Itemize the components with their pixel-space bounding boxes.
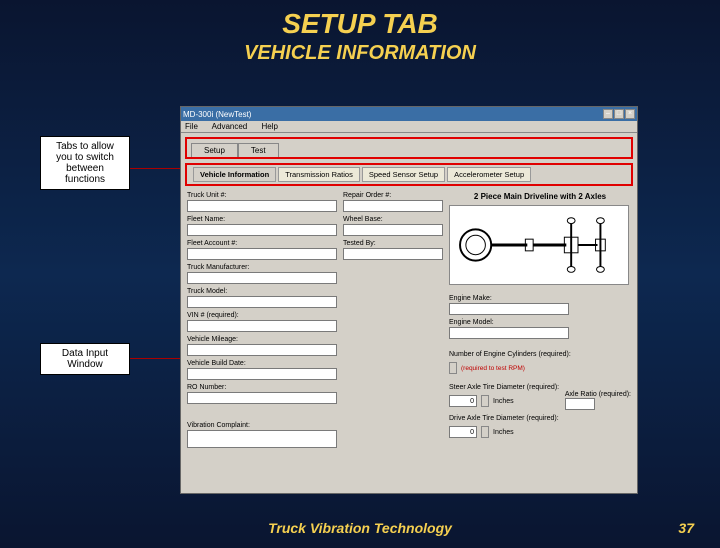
driveline-diagram xyxy=(449,205,629,285)
menu-advanced[interactable]: Advanced xyxy=(212,122,248,131)
menu-help[interactable]: Help xyxy=(262,122,278,131)
label-tested-by: Tested By: xyxy=(343,240,443,247)
subtab-vehicle-info[interactable]: Vehicle Information xyxy=(193,167,276,182)
callout-line xyxy=(130,168,182,169)
label-steer-dia: Steer Axle Tire Diameter (required): xyxy=(449,384,559,391)
label-vin: VIN # (required): xyxy=(187,312,337,319)
input-wheel-base[interactable] xyxy=(343,224,443,236)
label-wheel-base: Wheel Base: xyxy=(343,216,443,223)
input-steer-dia[interactable]: 0 xyxy=(449,395,477,407)
input-engine-make[interactable] xyxy=(449,303,569,315)
input-repair-order[interactable] xyxy=(343,200,443,212)
input-ro[interactable] xyxy=(187,392,337,404)
maximize-button[interactable]: □ xyxy=(614,109,624,119)
label-fleet-account: Fleet Account #: xyxy=(187,240,337,247)
subtab-speed-sensor[interactable]: Speed Sensor Setup xyxy=(362,167,445,182)
input-tested-by[interactable] xyxy=(343,248,443,260)
steer-spinner[interactable] xyxy=(481,395,489,407)
input-truck-model[interactable] xyxy=(187,296,337,308)
input-axle-ratio[interactable] xyxy=(565,398,595,410)
cylinders-spinner[interactable] xyxy=(449,362,457,374)
input-drive-dia[interactable]: 0 xyxy=(449,426,477,438)
label-mileage: Vehicle Mileage: xyxy=(187,336,337,343)
label-axle-ratio: Axle Ratio (required): xyxy=(565,391,631,398)
tab-test[interactable]: Test xyxy=(238,143,279,157)
input-complaint[interactable] xyxy=(187,430,337,448)
sub-tab-row: Vehicle Information Transmission Ratios … xyxy=(185,163,633,186)
input-build-date[interactable] xyxy=(187,368,337,380)
menubar: File Advanced Help xyxy=(181,121,637,133)
unit-inches: Inches xyxy=(493,398,514,405)
label-engine-make: Engine Make: xyxy=(449,295,631,302)
label-truck-model: Truck Model: xyxy=(187,288,337,295)
label-build-date: Vehicle Build Date: xyxy=(187,360,337,367)
label-repair-order: Repair Order #: xyxy=(343,192,443,199)
input-truck-unit[interactable] xyxy=(187,200,337,212)
main-tab-row: Setup Test xyxy=(185,137,633,159)
diagram-title: 2 Piece Main Driveline with 2 Axles xyxy=(449,192,631,201)
label-engine-model: Engine Model: xyxy=(449,319,631,326)
label-ro: RO Number: xyxy=(187,384,337,391)
drive-spinner[interactable] xyxy=(481,426,489,438)
input-vin[interactable] xyxy=(187,320,337,332)
menu-file[interactable]: File xyxy=(185,122,198,131)
input-mileage[interactable] xyxy=(187,344,337,356)
close-button[interactable]: × xyxy=(625,109,635,119)
slide-title: SETUP TAB xyxy=(0,8,720,40)
input-truck-mfr[interactable] xyxy=(187,272,337,284)
content-panel: Truck Unit #: Fleet Name: Fleet Account … xyxy=(181,186,637,454)
label-fleet-name: Fleet Name: xyxy=(187,216,337,223)
unit-inches-2: Inches xyxy=(493,429,514,436)
tab-setup[interactable]: Setup xyxy=(191,143,238,157)
label-num-cylinders: Number of Engine Cylinders (required): xyxy=(449,351,571,358)
input-engine-model[interactable] xyxy=(449,327,569,339)
label-drive-dia: Drive Axle Tire Diameter (required): xyxy=(449,415,559,422)
label-truck-unit: Truck Unit #: xyxy=(187,192,337,199)
subtab-transmission[interactable]: Transmission Ratios xyxy=(278,167,360,182)
callout-tabs: Tabs to allow you to switch between func… xyxy=(40,136,130,190)
input-fleet-account[interactable] xyxy=(187,248,337,260)
slide-subtitle: VEHICLE INFORMATION xyxy=(0,42,720,65)
callout-line xyxy=(130,358,182,359)
app-window: MD-300i (NewTest) – □ × File Advanced He… xyxy=(180,106,638,494)
label-truck-mfr: Truck Manufacturer: xyxy=(187,264,337,271)
label-complaint: Vibration Complaint: xyxy=(187,422,337,429)
minimize-button[interactable]: – xyxy=(603,109,613,119)
cylinders-note: (required to test RPM) xyxy=(461,365,525,372)
page-number: 37 xyxy=(678,520,694,536)
input-fleet-name[interactable] xyxy=(187,224,337,236)
subtab-accelerometer[interactable]: Accelerometer Setup xyxy=(447,167,531,182)
window-title: MD-300i (NewTest) xyxy=(183,110,251,119)
titlebar: MD-300i (NewTest) – □ × xyxy=(181,107,637,121)
callout-data-input: Data Input Window xyxy=(40,343,130,375)
footer-text: Truck Vibration Technology xyxy=(0,520,720,536)
